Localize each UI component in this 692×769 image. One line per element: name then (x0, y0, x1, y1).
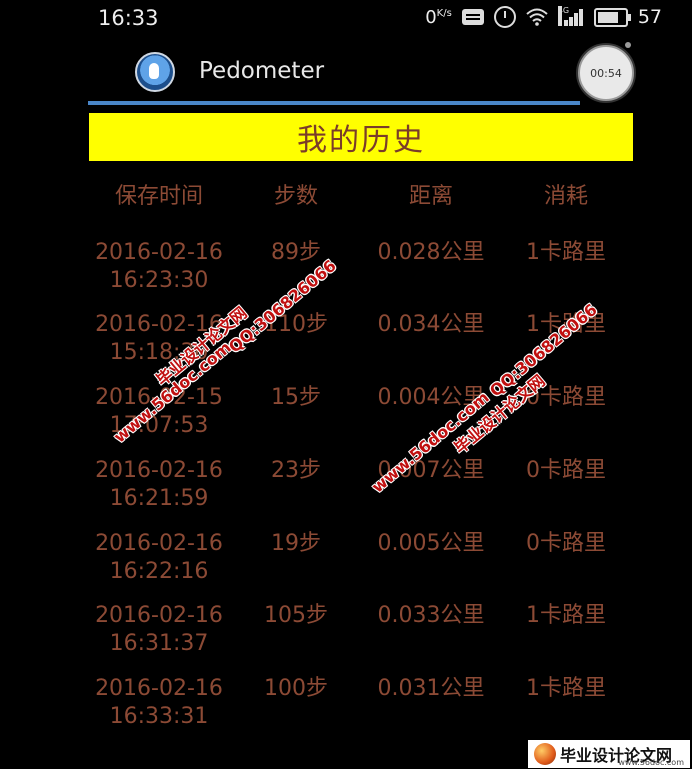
cell-calories: 0卡路里 (526, 458, 606, 483)
cell-distance: 0.028公里 (377, 240, 485, 265)
logo-ball-icon (534, 743, 556, 765)
cell-distance: 0.005公里 (377, 531, 485, 556)
battery-icon (593, 7, 631, 27)
cell-save-time: 2016-02-16 16:22:16 (95, 531, 223, 584)
cell-steps: 105步 (264, 603, 328, 628)
cell-calories: 1卡路里 (526, 603, 606, 628)
net-speed-unit: K/s (436, 7, 452, 19)
header-calories: 消耗 (543, 184, 588, 209)
timer-indicator-dot (625, 42, 631, 48)
cell-save-time: 2016-02-16 16:23:30 (95, 240, 223, 293)
cell-steps: 23步 (271, 458, 321, 483)
footer-logo: 毕业设计论文网 www.56doc.com (528, 740, 690, 768)
cell-calories: 1卡路里 (526, 240, 606, 265)
floating-timer-button[interactable]: 00:54 (578, 45, 634, 101)
message-icon (461, 9, 484, 25)
cell-calories: 0卡路里 (526, 531, 606, 556)
table-row[interactable]: 2016-02-16 16:33:31 100步 0.031公里 1卡路里 (89, 675, 633, 731)
cell-steps: 15步 (271, 385, 321, 410)
page-title: 我的历史 (89, 113, 633, 161)
alarm-icon (493, 6, 516, 28)
battery-level: 57 (637, 6, 662, 28)
app-bar-divider (88, 101, 580, 105)
signal-icon: 4G (557, 6, 584, 26)
cell-steps: 100步 (264, 676, 328, 701)
net-speed: 0K/s (425, 6, 452, 28)
header-steps: 步数 (273, 184, 318, 209)
cell-calories: 1卡路里 (526, 676, 606, 701)
cell-steps: 19步 (271, 531, 321, 556)
table-row[interactable]: 2016-02-16 16:23:30 89步 0.028公里 1卡路里 (89, 239, 633, 295)
table-header: 保存时间 步数 距离 消耗 (89, 178, 633, 209)
cell-distance: 0.031公里 (377, 676, 485, 701)
header-save-time: 保存时间 (114, 184, 203, 209)
table-row[interactable]: 2016-02-16 16:22:16 19步 0.005公里 0卡路里 (89, 530, 633, 586)
cell-save-time: 2016-02-16 16:21:59 (95, 458, 223, 511)
status-icons: 0K/s 4G 57 (425, 6, 662, 28)
pedometer-app-icon[interactable] (135, 52, 175, 92)
status-time: 16:33 (98, 6, 159, 30)
cell-distance: 0.033公里 (377, 603, 485, 628)
cell-save-time: 2016-02-16 16:33:31 (95, 676, 223, 729)
timer-label: 00:54 (590, 66, 622, 80)
header-distance: 距离 (408, 184, 453, 209)
app-bar: Pedometer (88, 38, 634, 102)
app-title: Pedometer (199, 58, 325, 84)
signal-4g-label: 4G (557, 6, 569, 26)
wifi-icon (526, 8, 548, 26)
status-bar: 16:33 0K/s 4G 57 (0, 0, 692, 38)
cell-distance: 0.034公里 (377, 312, 485, 337)
table-row[interactable]: 2016-02-16 16:31:37 105步 0.033公里 1卡路里 (89, 602, 633, 658)
cell-save-time: 2016-02-16 16:31:37 (95, 603, 223, 656)
table-row[interactable]: 2016-02-16 16:21:59 23步 0.007公里 0卡路里 (89, 457, 633, 513)
logo-url: www.56doc.com (618, 758, 684, 767)
